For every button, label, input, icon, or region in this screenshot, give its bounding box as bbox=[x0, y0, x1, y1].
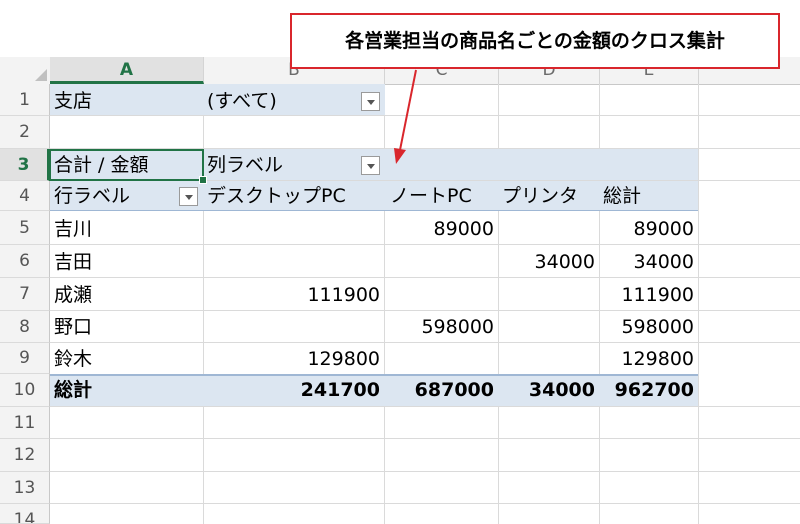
value-cell[interactable]: 111900 bbox=[204, 280, 380, 310]
spreadsheet: A B C D E 1 2 3 4 5 6 7 8 9 10 11 12 13 … bbox=[0, 0, 800, 524]
row-labels-header: 行ラベル bbox=[54, 185, 131, 207]
row-header[interactable]: 2 bbox=[0, 116, 50, 149]
row-header[interactable]: 7 bbox=[0, 278, 50, 311]
filter-value[interactable]: (すべて) bbox=[207, 86, 277, 116]
row-header[interactable]: 1 bbox=[0, 84, 50, 116]
row-header[interactable]: 13 bbox=[0, 472, 50, 504]
total-cell[interactable]: 111900 bbox=[600, 280, 694, 310]
filter-dropdown-button[interactable] bbox=[361, 92, 380, 111]
row-header[interactable]: 8 bbox=[0, 311, 50, 343]
row-header[interactable]: 11 bbox=[0, 407, 50, 439]
row-header[interactable]: 6 bbox=[0, 245, 50, 278]
total-cell[interactable]: 598000 bbox=[600, 312, 694, 342]
value-cell[interactable]: 129800 bbox=[204, 344, 380, 374]
grand-total-cell[interactable]: 962700 bbox=[600, 375, 694, 405]
total-cell[interactable]: 129800 bbox=[600, 344, 694, 374]
row-header[interactable]: 5 bbox=[0, 211, 50, 245]
value-cell[interactable]: 34000 bbox=[499, 247, 595, 277]
column-labels-dropdown-button[interactable] bbox=[361, 156, 380, 175]
grand-total-cell[interactable]: 687000 bbox=[385, 375, 494, 405]
row-header[interactable]: 9 bbox=[0, 343, 50, 374]
pivot-column-header: プリンタ bbox=[502, 185, 579, 207]
row-header[interactable]: 3 bbox=[0, 149, 50, 181]
row-label-cell[interactable]: 吉川 bbox=[54, 214, 92, 244]
row-label-cell[interactable]: 鈴木 bbox=[54, 344, 92, 374]
row-header[interactable]: 12 bbox=[0, 439, 50, 472]
row-label-cell[interactable]: 成瀬 bbox=[54, 280, 92, 310]
row-label-cell[interactable]: 吉田 bbox=[54, 247, 92, 277]
row-labels-dropdown-button[interactable] bbox=[179, 187, 198, 206]
row-header[interactable]: 14 bbox=[0, 504, 50, 524]
value-cell[interactable]: 89000 bbox=[385, 214, 494, 244]
column-header-a[interactable]: A bbox=[50, 57, 204, 84]
value-cell[interactable]: 598000 bbox=[385, 312, 494, 342]
pivot-column-header: ノートPC bbox=[390, 185, 472, 207]
active-cell-selection bbox=[49, 149, 204, 181]
select-all-corner[interactable] bbox=[0, 57, 51, 84]
row-label-cell[interactable]: 野口 bbox=[54, 312, 92, 342]
filter-field-label: 支店 bbox=[54, 90, 93, 112]
column-labels-header: 列ラベル bbox=[207, 154, 284, 176]
pivot-column-header: デスクトップPC bbox=[207, 185, 346, 207]
annotation-callout: 各営業担当の商品名ごとの金額のクロス集計 bbox=[290, 13, 780, 69]
pivot-column-header: 総計 bbox=[603, 185, 642, 207]
grand-total-cell[interactable]: 34000 bbox=[499, 375, 595, 405]
grand-total-label[interactable]: 総計 bbox=[54, 375, 92, 405]
row-header[interactable]: 10 bbox=[0, 374, 50, 407]
total-cell[interactable]: 34000 bbox=[600, 247, 694, 277]
total-cell[interactable]: 89000 bbox=[600, 214, 694, 244]
grand-total-cell[interactable]: 241700 bbox=[204, 375, 380, 405]
row-header[interactable]: 4 bbox=[0, 181, 50, 211]
fill-handle[interactable] bbox=[199, 176, 207, 184]
